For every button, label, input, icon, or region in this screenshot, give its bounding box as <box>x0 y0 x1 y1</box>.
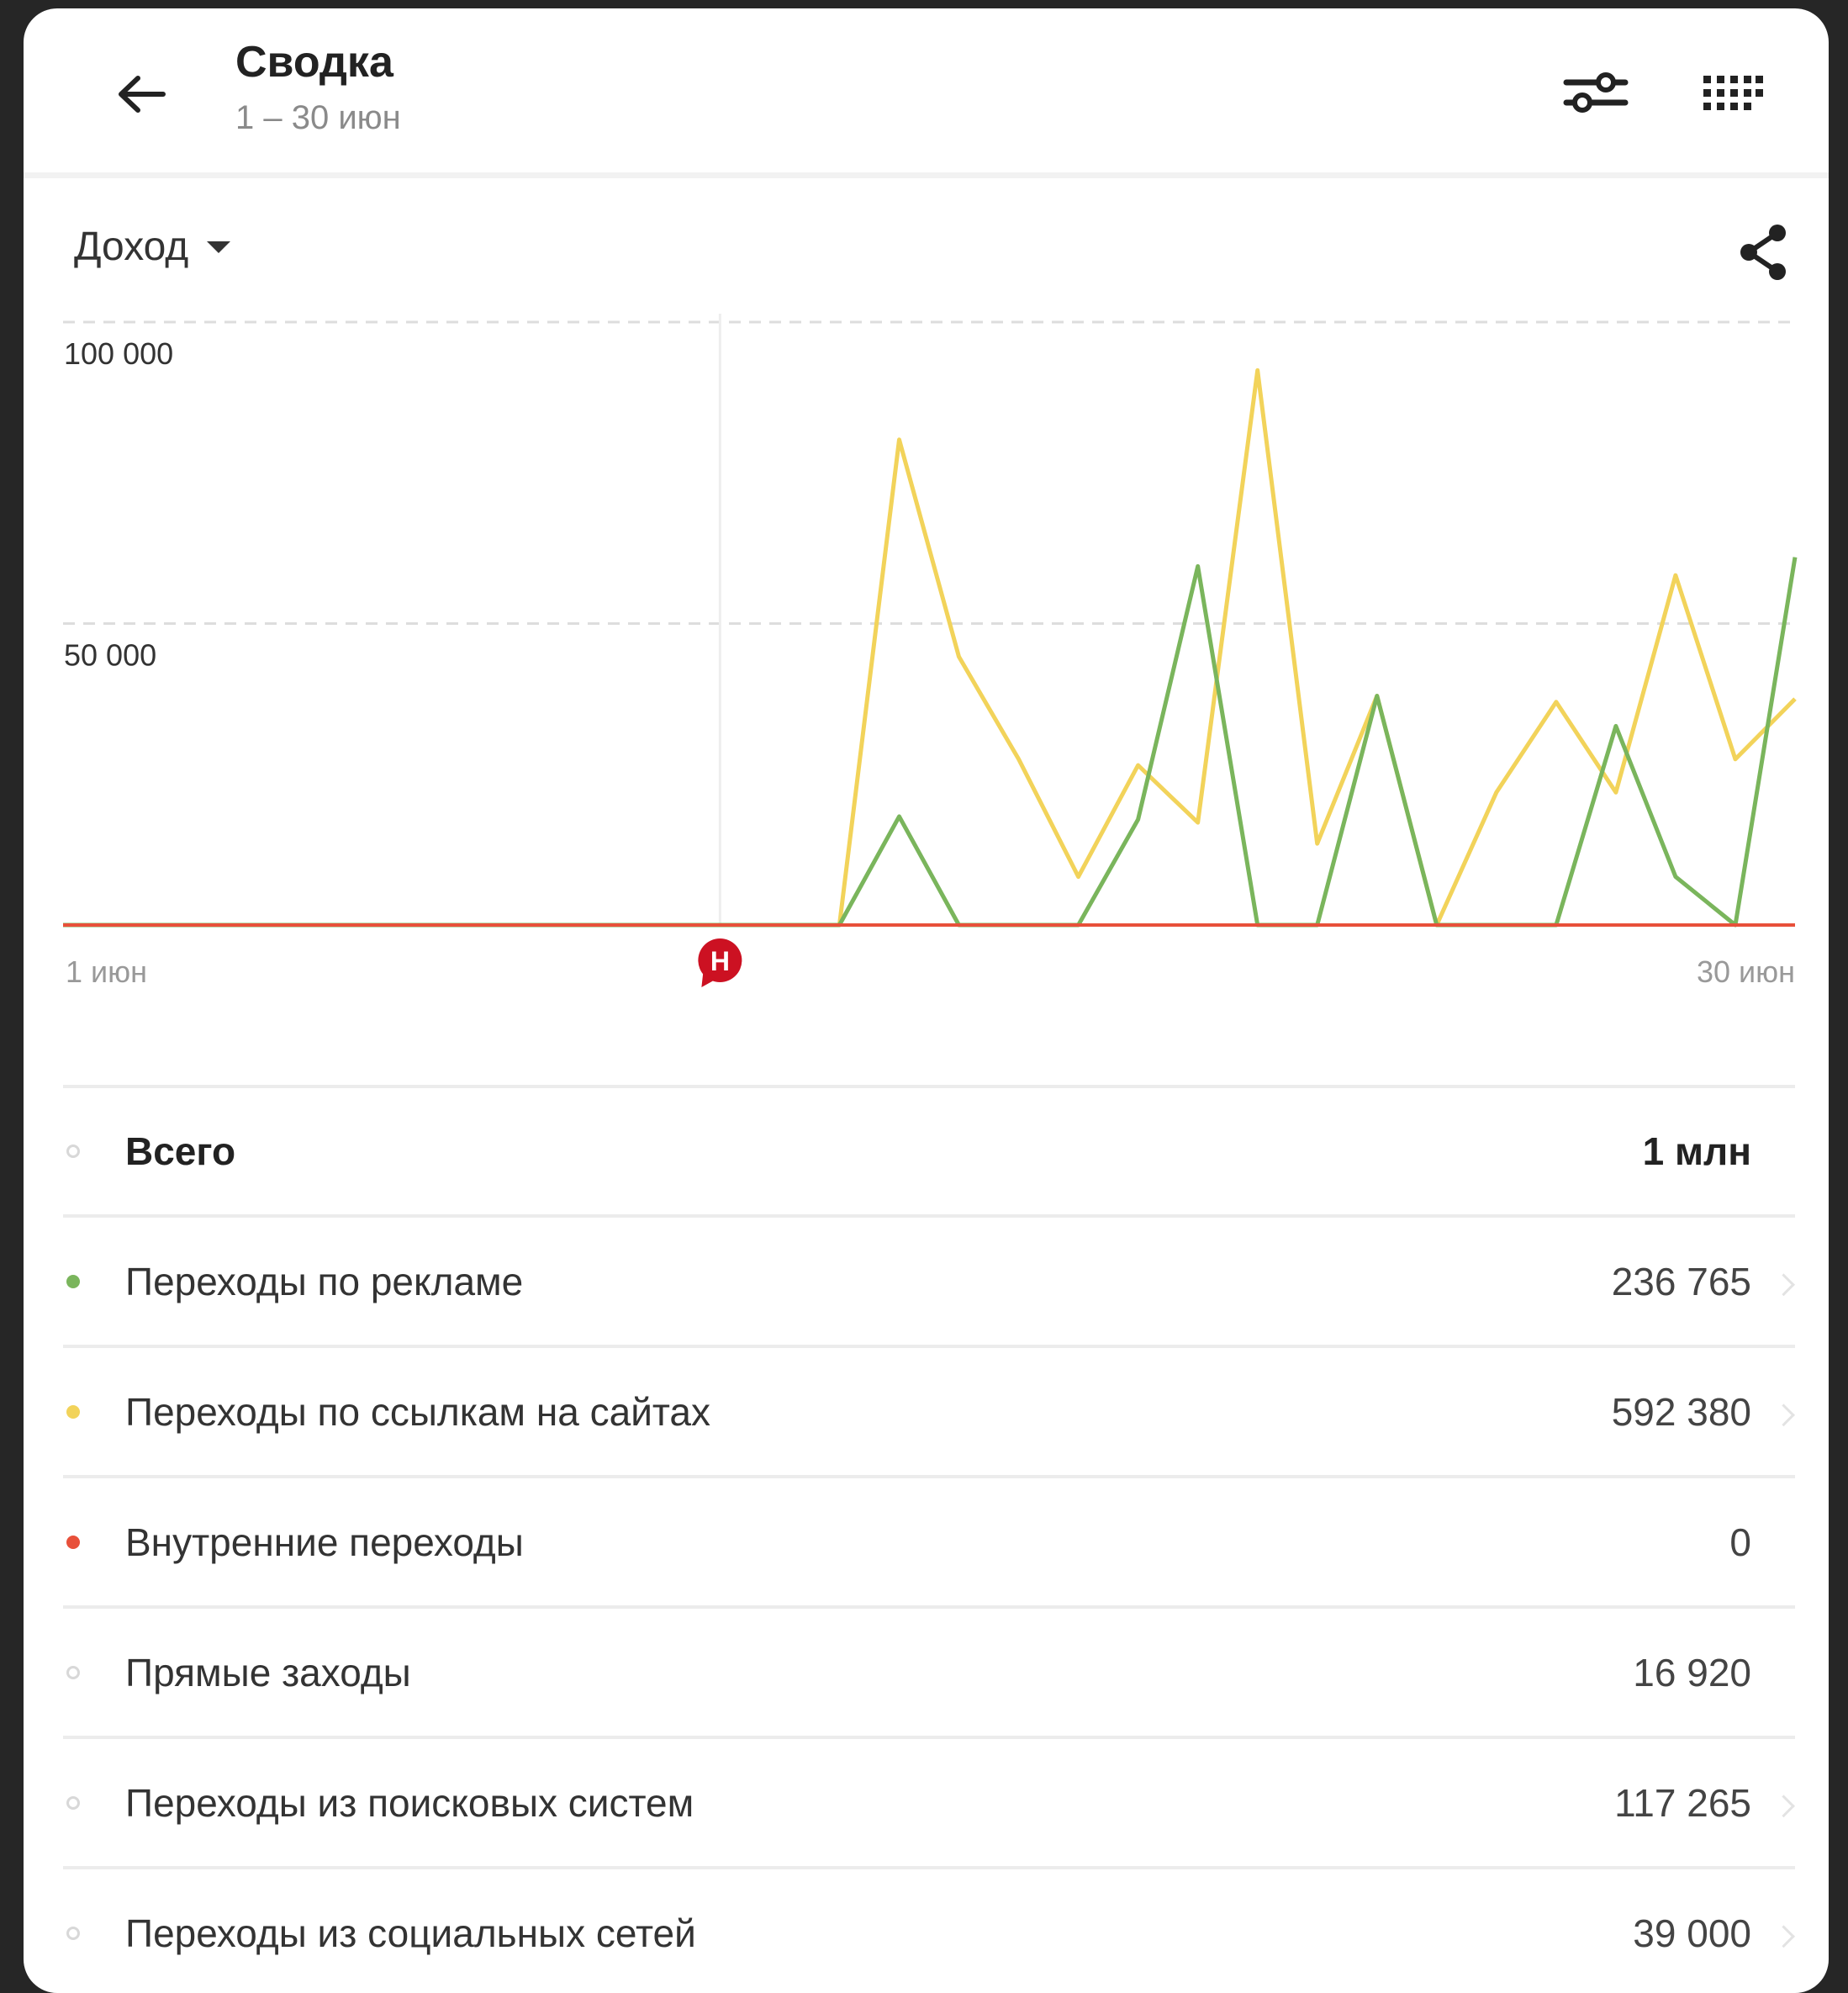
legend-dot <box>66 1795 80 1810</box>
source-row[interactable]: Внутренние переходы 0 <box>63 1475 1795 1605</box>
source-row[interactable]: Прямые заходы 16 920 <box>63 1605 1795 1736</box>
chevron-right-icon <box>1772 1272 1795 1296</box>
y-tick-label: 100 000 <box>64 336 173 371</box>
source-label: Переходы из социальных сетей <box>125 1911 696 1955</box>
source-value: 117 265 <box>1614 1780 1751 1825</box>
legend-dot <box>66 1535 80 1549</box>
source-label: Прямые заходы <box>125 1650 411 1694</box>
source-row[interactable]: Переходы по ссылкам на сайтах 592 380 <box>63 1345 1795 1475</box>
source-row[interactable]: Переходы по рекламе 236 765 <box>63 1214 1795 1345</box>
source-label: Переходы по рекламе <box>125 1259 524 1303</box>
source-label: Переходы по ссылкам на сайтах <box>125 1389 711 1434</box>
source-value: 0 <box>1729 1520 1751 1564</box>
summary-card: Сводка 1 – 30 июн Доход 100 000 50 000 1… <box>24 8 1829 1993</box>
source-value: 236 765 <box>1611 1259 1751 1303</box>
source-label: Внутренние переходы <box>125 1520 524 1564</box>
source-value: 1 млн <box>1642 1129 1751 1173</box>
event-marker-badge[interactable]: Н <box>698 938 742 987</box>
legend-dot <box>66 1926 80 1940</box>
chevron-right-icon <box>1772 1794 1795 1817</box>
source-label: Всего <box>125 1129 236 1173</box>
source-value: 16 920 <box>1633 1650 1751 1694</box>
legend-dot <box>66 1145 80 1158</box>
source-label: Переходы из поисковых систем <box>125 1780 694 1825</box>
legend-dot <box>66 1665 80 1679</box>
series-line-1 <box>63 367 1797 928</box>
x-tick-label: 1 июн <box>66 954 147 989</box>
source-row[interactable]: Переходы из социальных сетей 39 000 <box>63 1866 1795 1993</box>
chevron-right-icon <box>1772 1403 1795 1426</box>
legend-dot <box>66 1274 80 1288</box>
revenue-line-chart: 100 000 50 000 1 июн 30 июн Н <box>63 314 1798 989</box>
chevron-right-icon <box>1772 1924 1795 1948</box>
source-row[interactable]: Всего 1 млн <box>63 1085 1795 1214</box>
series-line-2 <box>63 557 1798 928</box>
source-row[interactable]: Переходы из поисковых систем 117 265 <box>63 1736 1795 1866</box>
traffic-sources-list: Всего 1 млн Переходы по рекламе 236 765 Пере… <box>63 1085 1795 1993</box>
x-tick-label: 30 июн <box>1697 954 1795 989</box>
y-tick-label: 50 000 <box>64 638 156 673</box>
event-marker-label: Н <box>710 946 730 976</box>
legend-dot <box>66 1404 80 1419</box>
source-value: 592 380 <box>1611 1389 1751 1434</box>
source-value: 39 000 <box>1633 1911 1751 1955</box>
